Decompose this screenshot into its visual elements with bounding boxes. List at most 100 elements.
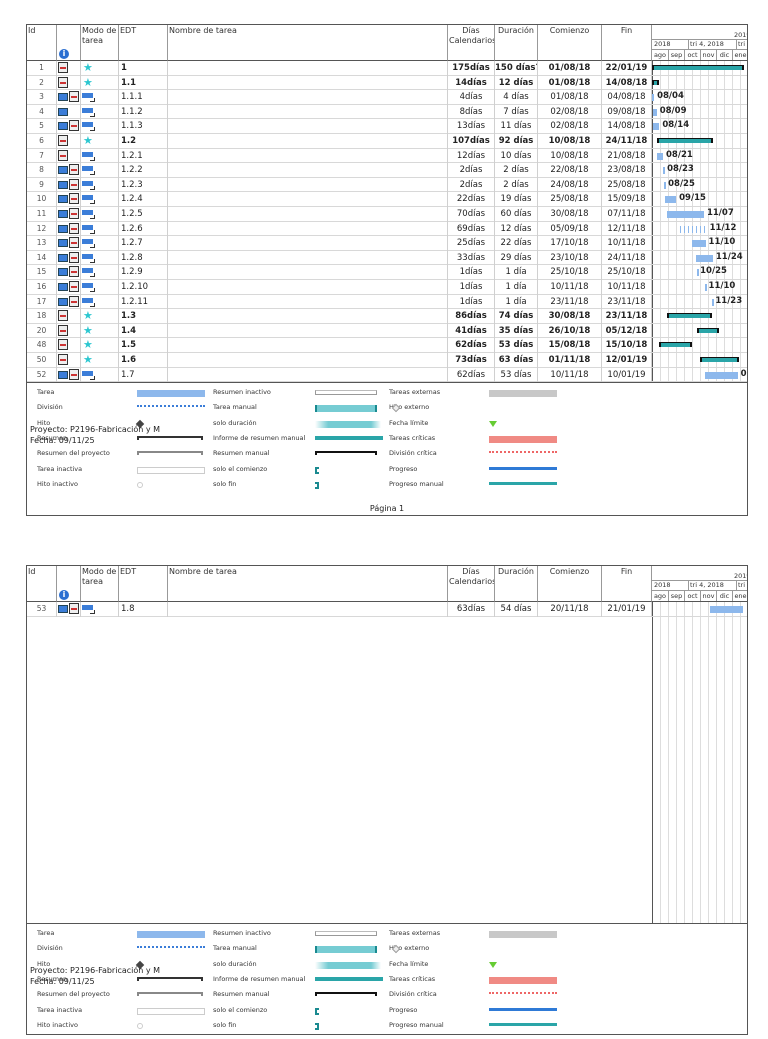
table-row[interactable]: 53 1.8 63días 54 días 20/11/18 21/01/19 — [27, 602, 747, 617]
table-row[interactable]: 1 ★ 1 175días 150 días? 01/08/18 22/01/19 — [27, 61, 747, 76]
table-row[interactable]: 8 1.2.2 2días 2 días 22/08/18 23/08/18 — [27, 163, 747, 178]
start-cell[interactable]: 10/11/18 — [538, 280, 602, 295]
end-cell[interactable]: 24/11/18 — [602, 250, 652, 266]
name-cell[interactable] — [168, 294, 448, 310]
edt-cell[interactable]: 1.2.2 — [119, 163, 168, 178]
name-cell[interactable] — [168, 75, 448, 91]
name-cell[interactable] — [168, 323, 448, 339]
cal-days-cell[interactable]: 1días — [448, 265, 495, 280]
edt-cell[interactable]: 1.3 — [119, 309, 168, 324]
column-header-mode[interactable]: Modo de tarea — [81, 566, 119, 602]
name-cell[interactable] — [168, 192, 448, 207]
cal-days-cell[interactable]: 13días — [448, 119, 495, 134]
end-cell[interactable]: 23/11/18 — [602, 309, 652, 324]
table-row[interactable]: 52 1.7 62días 53 días 10/11/18 10/01/19 — [27, 367, 747, 383]
cal-days-cell[interactable]: 69días — [448, 221, 495, 237]
start-cell[interactable]: 10/08/18 — [538, 134, 602, 149]
cal-days-cell[interactable]: 86días — [448, 309, 495, 324]
start-cell[interactable]: 20/11/18 — [538, 602, 602, 617]
end-cell[interactable]: 23/11/18 — [602, 294, 652, 310]
edt-cell[interactable]: 1.2.3 — [119, 177, 168, 193]
edt-cell[interactable]: 1.2.5 — [119, 207, 168, 222]
name-cell[interactable] — [168, 265, 448, 280]
duration-cell[interactable]: 74 días — [495, 309, 538, 324]
start-cell[interactable]: 30/08/18 — [538, 309, 602, 324]
column-header-edt[interactable]: EDT — [119, 566, 168, 602]
edt-cell[interactable]: 1.2.10 — [119, 280, 168, 295]
end-cell[interactable]: 12/01/19 — [602, 353, 652, 368]
cal-days-cell[interactable]: 25días — [448, 236, 495, 251]
start-cell[interactable]: 17/10/18 — [538, 236, 602, 251]
cal-days-cell[interactable]: 70días — [448, 207, 495, 222]
duration-cell[interactable]: 4 días — [495, 90, 538, 105]
duration-cell[interactable]: 92 días — [495, 134, 538, 149]
duration-cell[interactable]: 2 días — [495, 163, 538, 178]
start-cell[interactable]: 01/08/18 — [538, 90, 602, 105]
cal-days-cell[interactable]: 33días — [448, 250, 495, 266]
end-cell[interactable]: 04/08/18 — [602, 90, 652, 105]
edt-cell[interactable]: 1.2 — [119, 134, 168, 149]
end-cell[interactable]: 15/09/18 — [602, 192, 652, 207]
duration-cell[interactable]: 60 días — [495, 207, 538, 222]
table-row[interactable]: 14 1.2.8 33días 29 días 23/10/18 24/11/18 — [27, 250, 747, 266]
cal-days-cell[interactable]: 62días — [448, 367, 495, 383]
end-cell[interactable]: 10/11/18 — [602, 236, 652, 251]
column-header-id[interactable]: Id — [27, 566, 57, 602]
end-cell[interactable]: 12/11/18 — [602, 221, 652, 237]
duration-cell[interactable]: 11 días — [495, 119, 538, 134]
end-cell[interactable]: 05/12/18 — [602, 323, 652, 339]
column-header-edt[interactable]: EDT — [119, 25, 168, 61]
name-cell[interactable] — [168, 280, 448, 295]
table-row[interactable]: 50 ★ 1.6 73días 63 días 01/11/18 12/01/19 — [27, 353, 747, 368]
start-cell[interactable]: 01/11/18 — [538, 353, 602, 368]
cal-days-cell[interactable]: 4días — [448, 90, 495, 105]
table-row[interactable]: 4 1.1.2 8días 7 días 02/08/18 09/08/18 — [27, 104, 747, 120]
column-header-info_icon[interactable]: i — [57, 566, 81, 602]
cal-days-cell[interactable]: 63días — [448, 602, 495, 617]
duration-cell[interactable]: 29 días — [495, 250, 538, 266]
column-header-start[interactable]: Comienzo — [538, 25, 602, 61]
name-cell[interactable] — [168, 104, 448, 120]
end-cell[interactable]: 14/08/18 — [602, 75, 652, 91]
edt-cell[interactable]: 1.2.6 — [119, 221, 168, 237]
edt-cell[interactable]: 1.1.2 — [119, 104, 168, 120]
name-cell[interactable] — [168, 148, 448, 164]
table-row[interactable]: 17 1.2.11 1días 1 día 23/11/18 23/11/18 — [27, 294, 747, 310]
column-header-mode[interactable]: Modo de tarea — [81, 25, 119, 61]
name-cell[interactable] — [168, 90, 448, 105]
start-cell[interactable]: 02/08/18 — [538, 104, 602, 120]
name-cell[interactable] — [168, 367, 448, 383]
column-header-id[interactable]: Id — [27, 25, 57, 61]
column-header-duration[interactable]: Duración — [495, 566, 538, 602]
duration-cell[interactable]: 63 días — [495, 353, 538, 368]
start-cell[interactable]: 01/08/18 — [538, 61, 602, 76]
column-header-name[interactable]: Nombre de tarea — [168, 566, 448, 602]
duration-cell[interactable]: 12 días — [495, 221, 538, 237]
name-cell[interactable] — [168, 221, 448, 237]
edt-cell[interactable]: 1.2.9 — [119, 265, 168, 280]
edt-cell[interactable]: 1.7 — [119, 367, 168, 383]
end-cell[interactable]: 21/01/19 — [602, 602, 652, 617]
end-cell[interactable]: 23/08/18 — [602, 163, 652, 178]
table-row[interactable]: 11 1.2.5 70días 60 días 30/08/18 07/11/18 — [27, 207, 747, 222]
table-row[interactable]: 10 1.2.4 22días 19 días 25/08/18 15/09/18 — [27, 192, 747, 207]
duration-cell[interactable]: 150 días? — [495, 61, 538, 76]
start-cell[interactable]: 05/09/18 — [538, 221, 602, 237]
end-cell[interactable]: 24/11/18 — [602, 134, 652, 149]
start-cell[interactable]: 23/11/18 — [538, 294, 602, 310]
column-header-end[interactable]: Fin — [602, 566, 652, 602]
cal-days-cell[interactable]: 1días — [448, 294, 495, 310]
start-cell[interactable]: 02/08/18 — [538, 119, 602, 134]
end-cell[interactable]: 25/10/18 — [602, 265, 652, 280]
edt-cell[interactable]: 1.1 — [119, 75, 168, 91]
table-row[interactable]: 15 1.2.9 1días 1 día 25/10/18 25/10/18 — [27, 265, 747, 280]
duration-cell[interactable]: 19 días — [495, 192, 538, 207]
edt-cell[interactable]: 1.2.7 — [119, 236, 168, 251]
table-row[interactable]: 48 ★ 1.5 62días 53 días 15/08/18 15/10/18 — [27, 338, 747, 353]
cal-days-cell[interactable]: 175días — [448, 61, 495, 76]
duration-cell[interactable]: 1 día — [495, 294, 538, 310]
table-row[interactable]: 3 1.1.1 4días 4 días 01/08/18 04/08/18 — [27, 90, 747, 105]
table-row[interactable]: 6 ★ 1.2 107días 92 días 10/08/18 24/11/18 — [27, 134, 747, 149]
duration-cell[interactable]: 54 días — [495, 602, 538, 617]
cal-days-cell[interactable]: 14días — [448, 75, 495, 91]
